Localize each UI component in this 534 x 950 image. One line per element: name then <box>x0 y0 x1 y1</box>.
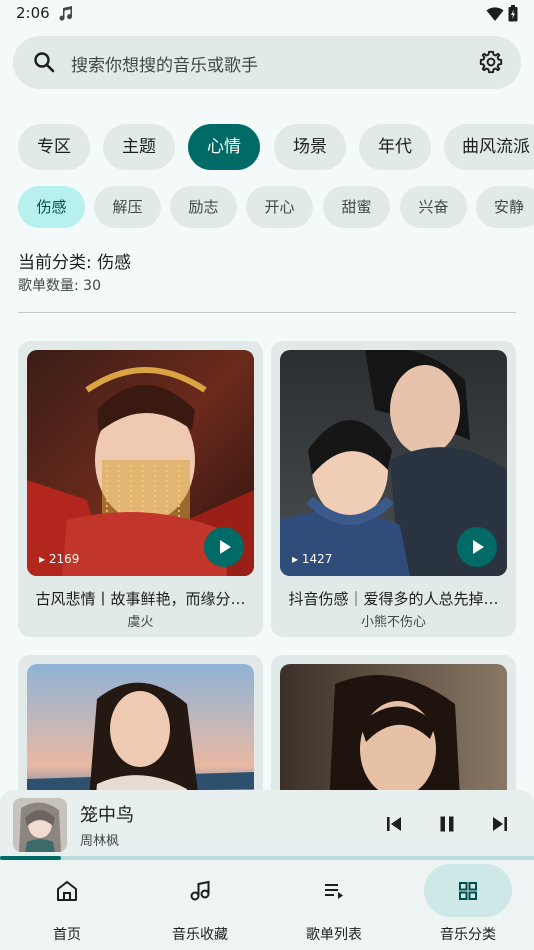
play-icon <box>220 540 231 554</box>
mood-chip[interactable]: 开心 <box>246 186 313 228</box>
status-bar: 2:06 <box>0 0 534 28</box>
category-chip[interactable]: 专区 <box>18 124 90 170</box>
mood-chip[interactable]: 甜蜜 <box>323 186 390 228</box>
music-note-icon <box>188 879 212 907</box>
playlist-cover-image: ▸ 1427 <box>280 350 507 576</box>
play-count: ▸ 2169 <box>39 552 80 566</box>
now-playing-artist: 周林枫 <box>80 834 120 849</box>
divider <box>18 312 516 313</box>
category-chip-row: 专区 主题 心情 场景 年代 曲风流派 <box>0 124 534 170</box>
nav-label: 首页 <box>53 927 81 943</box>
play-button[interactable] <box>457 527 497 567</box>
playlist-author: 小熊不伤心 <box>360 615 426 630</box>
category-chip[interactable]: 场景 <box>274 124 346 170</box>
grid-category-icon <box>456 879 480 907</box>
play-icon <box>473 540 484 554</box>
search-icon <box>33 51 55 77</box>
nav-item-favorites[interactable]: 音乐收藏 <box>133 860 267 950</box>
mood-chip[interactable]: 励志 <box>170 186 237 228</box>
now-playing-title: 笼中鸟 <box>80 805 134 826</box>
search-input[interactable]: 搜索你想搜的音乐或歌手 <box>71 51 258 76</box>
category-chip[interactable]: 曲风流派 <box>444 124 534 170</box>
nav-label: 音乐收藏 <box>172 927 228 943</box>
mini-player[interactable]: 笼中鸟 周林枫 <box>0 790 534 860</box>
mood-chip[interactable]: 兴奋 <box>400 186 467 228</box>
nav-item-playlists[interactable]: 歌单列表 <box>267 860 401 950</box>
playlist-author: 虞火 <box>127 615 154 630</box>
nav-label: 音乐分类 <box>440 927 496 943</box>
nav-label: 歌单列表 <box>306 927 362 943</box>
play-button[interactable] <box>204 527 244 567</box>
nav-item-categories[interactable]: 音乐分类 <box>401 860 534 950</box>
music-notification-icon <box>58 5 74 25</box>
playlist-icon <box>322 879 346 907</box>
previous-track-icon[interactable] <box>384 814 404 838</box>
mood-chip[interactable]: 安静 <box>476 186 534 228</box>
category-chip[interactable]: 年代 <box>359 124 431 170</box>
wifi-icon <box>486 6 504 21</box>
playlist-title: 抖音伤感｜爱得多的人总先掉… <box>288 590 499 608</box>
next-track-icon[interactable] <box>490 814 510 838</box>
status-icons <box>486 5 518 22</box>
gear-icon[interactable] <box>479 50 503 78</box>
now-playing-cover <box>13 798 67 852</box>
search-bar[interactable]: 搜索你想搜的音乐或歌手 <box>13 36 521 89</box>
playlist-card[interactable]: ▸ 2169 古风悲情丨故事鲜艳，而缘分… 虞火 <box>18 341 263 637</box>
playlist-cover-image: ▸ 2169 <box>27 350 254 576</box>
nav-item-home[interactable]: 首页 <box>0 860 134 950</box>
playlist-title: 古风悲情丨故事鲜艳，而缘分… <box>35 590 246 608</box>
current-category-label: 当前分类: 伤感 <box>18 253 132 273</box>
mood-chip[interactable]: 解压 <box>94 186 161 228</box>
playlist-count-label: 歌单数量: 30 <box>18 278 101 294</box>
playlist-card[interactable]: ▸ 1427 抖音伤感｜爱得多的人总先掉… 小熊不伤心 <box>271 341 516 637</box>
subcategory-chip-row: 伤感 解压 励志 开心 甜蜜 兴奋 安静 <box>0 186 534 228</box>
status-time: 2:06 <box>16 4 50 22</box>
bottom-navigation: 首页 音乐收藏 歌单列表 音乐分类 <box>0 860 534 950</box>
home-icon <box>55 879 79 907</box>
category-chip[interactable]: 主题 <box>103 124 175 170</box>
pause-icon[interactable] <box>437 814 457 838</box>
battery-icon <box>508 5 518 22</box>
category-chip-selected[interactable]: 心情 <box>188 124 260 170</box>
play-count: ▸ 1427 <box>292 552 333 566</box>
mood-chip-selected[interactable]: 伤感 <box>18 186 85 228</box>
